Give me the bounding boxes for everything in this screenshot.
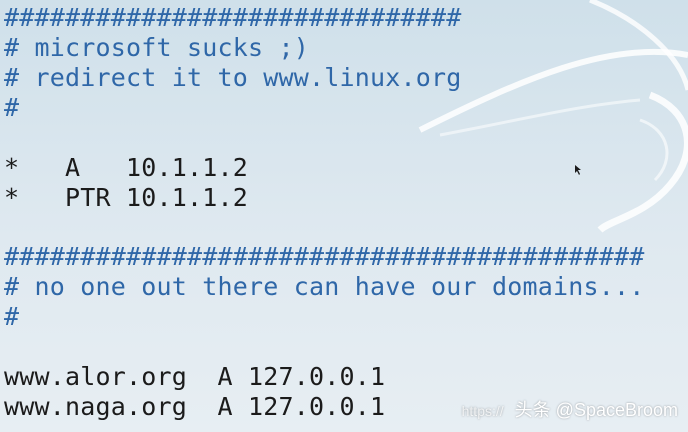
editor-line-11[interactable]: #	[4, 302, 19, 332]
editor-line-10[interactable]: # no one out there can have our domains.…	[4, 272, 645, 302]
watermark-url: https://	[461, 403, 504, 419]
editor-line-6[interactable]: * A 10.1.1.2	[4, 153, 248, 183]
watermark-label: 头条 @SpaceBroom	[514, 400, 678, 420]
editor-line-1[interactable]: ##############################	[4, 3, 462, 33]
watermark: https:// 头条 @SpaceBroom	[462, 396, 678, 422]
editor-line-9[interactable]: ########################################…	[4, 242, 645, 272]
editor-line-4[interactable]: #	[4, 93, 19, 123]
mouse-pointer-icon	[575, 165, 581, 175]
editor-line-14[interactable]: www.naga.org A 127.0.0.1	[4, 392, 385, 422]
text-editor[interactable]: ############################## # microso…	[2, 0, 686, 432]
editor-line-3[interactable]: # redirect it to www.linux.org	[4, 63, 462, 93]
editor-line-2[interactable]: # microsoft sucks ;)	[4, 33, 309, 63]
editor-line-7[interactable]: * PTR 10.1.1.2	[4, 183, 248, 213]
editor-line-13[interactable]: www.alor.org A 127.0.0.1	[4, 362, 385, 392]
